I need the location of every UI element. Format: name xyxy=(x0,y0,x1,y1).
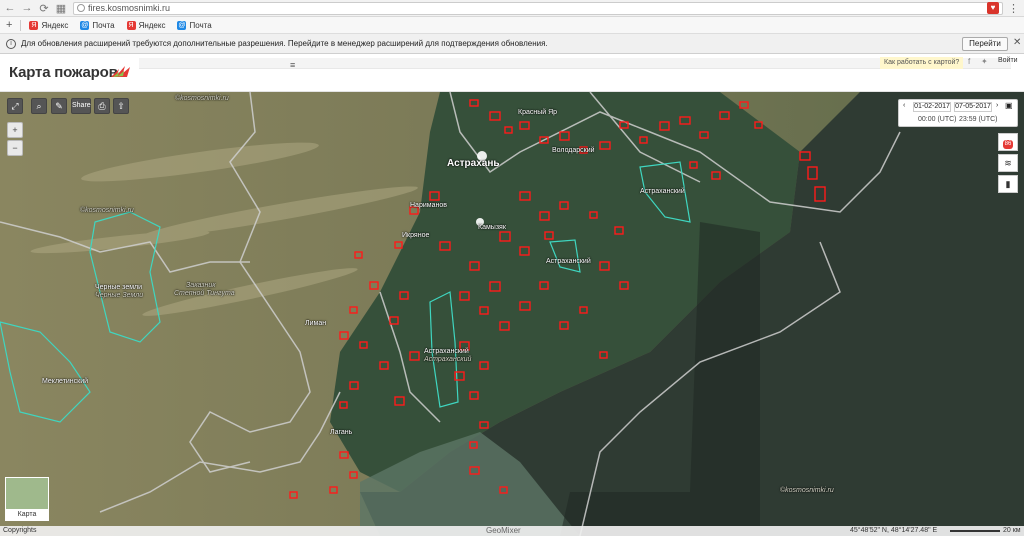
bookmark-label: Почта xyxy=(92,20,115,30)
url-input[interactable]: fires.kosmosnimki.ru xyxy=(73,2,1003,15)
fullscreen-icon[interactable]: ⤢ xyxy=(7,98,23,114)
mail-icon: @ xyxy=(80,20,90,30)
time-to: 23:59 (UTC) xyxy=(959,116,998,123)
url-text: fires.kosmosnimki.ru xyxy=(88,3,171,13)
map-label-reserve: Заказник xyxy=(186,282,216,289)
zoom-out-button[interactable]: − xyxy=(7,140,23,156)
infobar-go-button[interactable]: Перейти xyxy=(962,37,1008,51)
date-range-panel: ‹ 01-02-2017 07-05-2017 › ▣ 00:00 (UTC) … xyxy=(898,99,1018,127)
geomixer-logo: GeoMixer xyxy=(486,526,521,535)
bookmarks-bar: + Я Яндекс @ Почта Я Яндекс @ Почта xyxy=(0,17,1024,34)
share-button[interactable]: Share xyxy=(71,98,91,114)
map-label-reserve-sub: Степной Тингута xyxy=(174,290,235,297)
browser-menu-icon[interactable]: ⋮ xyxy=(1008,2,1019,15)
site-info-icon[interactable] xyxy=(77,4,85,12)
time-from: 00:00 (UTC) xyxy=(918,116,957,123)
map-label-town: Лагань xyxy=(330,429,353,436)
extension-infobar: i Для обновления расширений требуются до… xyxy=(0,34,1024,54)
upload-icon[interactable]: ⇧ xyxy=(113,98,129,114)
bookmark-mail[interactable]: @ Почта xyxy=(80,20,115,30)
next-period-icon[interactable]: › xyxy=(996,102,998,109)
app-title: Карта пожаров xyxy=(9,64,118,81)
print-icon[interactable]: ⎙ xyxy=(94,98,110,114)
reload-icon[interactable]: ⟳ xyxy=(37,1,51,15)
map-label-reserve-sub: Черные Земли xyxy=(95,292,144,299)
map-label-town: Красный Яр xyxy=(518,109,558,116)
infobar-text: Для обновления расширений требуются допо… xyxy=(21,39,548,48)
map-watermark: ©kosmosnimki.ru xyxy=(80,207,134,214)
apps-grid-icon[interactable]: ▦ xyxy=(54,1,68,15)
copyrights-link[interactable]: Copyrights xyxy=(3,526,36,536)
fires-count-badge: 86 xyxy=(1002,140,1014,149)
map-label-reserve: Астраханский xyxy=(424,348,469,355)
bookmarks-separator xyxy=(20,19,22,31)
map-label-reserve: Астраханский xyxy=(640,188,685,195)
back-icon[interactable]: ← xyxy=(3,1,17,15)
twitter-icon[interactable]: ✦ xyxy=(981,57,988,66)
pin-icon[interactable]: ✎ xyxy=(51,98,67,114)
map-label-town: Нариманов xyxy=(410,202,447,209)
map-status-bar: Copyrights GeoMixer 45°48'52" N, 48°14'2… xyxy=(0,526,1024,536)
bookmark-yandex[interactable]: Я Яндекс xyxy=(29,20,69,30)
map-imagery xyxy=(0,92,1024,536)
yandex-icon: Я xyxy=(29,20,39,30)
map-canvas[interactable]: Астрахань Красный Яр Володарский Астраха… xyxy=(0,92,1024,536)
scale-label: 20 км xyxy=(1003,527,1021,534)
minimap-label: Карта xyxy=(6,509,48,520)
browser-address-bar: ← → ⟳ ▦ fires.kosmosnimki.ru ♥ ⋮ xyxy=(0,0,1024,17)
cursor-coordinates: 45°48'52" N, 48°14'27.48" E xyxy=(850,527,938,534)
bookmark-mail[interactable]: @ Почта xyxy=(177,20,212,30)
calendar-icon[interactable]: ▣ xyxy=(1005,101,1013,110)
search-icon[interactable]: ⌕ xyxy=(31,98,47,114)
close-icon[interactable]: ✕ xyxy=(1013,37,1021,48)
hamburger-menu-icon[interactable]: ≡ xyxy=(290,60,295,70)
prev-period-icon[interactable]: ‹ xyxy=(903,102,905,109)
map-label-reserve: Меклетинский xyxy=(42,378,89,385)
minimap[interactable]: Карта xyxy=(5,477,49,521)
zoom-in-button[interactable]: + xyxy=(7,122,23,138)
map-label-reserve: Астраханский xyxy=(546,258,591,265)
layers-icon[interactable]: ≋ xyxy=(998,154,1018,172)
date-from-input[interactable]: 01-02-2017 xyxy=(913,102,951,112)
map-label-town: Володарский xyxy=(552,147,595,154)
map-label-town: Икряное xyxy=(402,232,430,239)
logo-flame-icon xyxy=(111,66,130,77)
yandex-icon: Я xyxy=(126,20,136,30)
app-header: ≡ Как работать с картой? f ✦ Войти Карта… xyxy=(0,55,1024,92)
info-icon: i xyxy=(6,38,16,49)
bookmark-yandex[interactable]: Я Яндекс xyxy=(126,20,166,30)
map-label-city: Астрахань xyxy=(447,158,500,169)
bookmark-label: Почта xyxy=(189,20,212,30)
map-watermark: ©kosmosnimki.ru xyxy=(175,95,229,102)
map-label-town: Лиман xyxy=(305,320,327,327)
fires-layer-button[interactable]: 86 xyxy=(998,133,1018,151)
howto-link[interactable]: Как работать с картой? xyxy=(880,57,964,69)
mail-icon: @ xyxy=(177,20,187,30)
forward-icon[interactable]: → xyxy=(20,1,34,15)
date-to-input[interactable]: 07-05-2017 xyxy=(954,102,992,112)
bookmark-label: Яндекс xyxy=(41,20,69,30)
heart-icon[interactable]: ♥ xyxy=(987,2,999,14)
map-label-town: Камызяк xyxy=(478,224,506,231)
add-bookmark-icon[interactable]: + xyxy=(6,19,12,31)
bookmark-icon[interactable]: ▮ xyxy=(998,175,1018,193)
map-label-reserve-sub: Астраханский xyxy=(424,356,472,363)
scale-bar xyxy=(950,530,1000,532)
login-link[interactable]: Войти xyxy=(998,57,1018,64)
bookmark-label: Яндекс xyxy=(138,20,166,30)
facebook-icon[interactable]: f xyxy=(968,57,970,66)
map-label-reserve: Черные земли xyxy=(95,284,143,291)
map-watermark: ©kosmosnimki.ru xyxy=(780,487,834,494)
